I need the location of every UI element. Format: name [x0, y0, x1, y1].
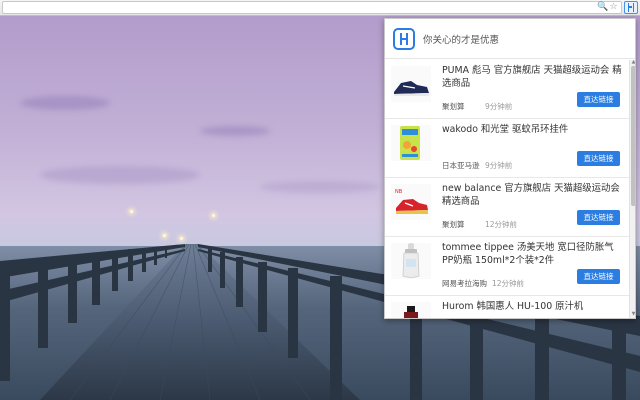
bookmark-star-icon[interactable]: ☆ [608, 2, 619, 13]
direct-link-button[interactable]: 直达链接 [577, 151, 620, 166]
popup-title: 你关心的才是优惠 [423, 35, 500, 46]
svg-text:NB: NB [395, 189, 403, 195]
deal-source: 聚划算 [442, 220, 465, 229]
deal-time: 12分钟前 [485, 220, 518, 229]
extension-popup: 你关心的才是优惠 PUMA 彪马 官方旗舰店 天猫超级运动会 精选商品 聚划算 … [384, 18, 636, 319]
direct-link-button[interactable]: 直达链接 [577, 92, 620, 107]
direct-link-button[interactable]: 直达链接 [577, 210, 620, 225]
deal-title[interactable]: wakodo 和光堂 驱蚊吊环挂件 [442, 123, 624, 136]
deal-item[interactable]: Hurom 韩国惠人 HU-100 原汁机 [385, 296, 629, 318]
deal-source: 日本亚马逊 [442, 161, 480, 170]
lamp-light [130, 210, 133, 213]
deal-item[interactable]: NB new balance 官方旗舰店 天猫超级运动会 精选商品 聚划算 12… [385, 178, 629, 237]
zoom-icon[interactable]: 🔍 [597, 2, 608, 13]
extension-logo-icon [628, 3, 634, 12]
sneaker-icon [391, 66, 431, 102]
lamp-light [163, 234, 166, 237]
scroll-down-icon[interactable]: ▼ [631, 312, 635, 317]
deal-title[interactable]: new balance 官方旗舰店 天猫超级运动会 精选商品 [442, 182, 624, 208]
popup-scrollbar[interactable]: ▲ ▼ [629, 60, 635, 318]
deal-item[interactable]: PUMA 彪马 官方旗舰店 天猫超级运动会 精选商品 聚划算 9分钟前 直达链接 [385, 60, 629, 119]
lamp-light [212, 214, 215, 217]
brand-logo-icon [393, 28, 415, 50]
popup-header: 你关心的才是优惠 [385, 19, 635, 59]
deal-item[interactable]: wakodo 和光堂 驱蚊吊环挂件 日本亚马逊 9分钟前 直达链接 [385, 119, 629, 178]
direct-link-button[interactable]: 直达链接 [577, 269, 620, 284]
scrollbar-thumb[interactable] [631, 66, 635, 206]
browser-toolbar: 🔍 ☆ [0, 0, 640, 16]
red-sneaker-icon: NB [391, 184, 431, 220]
lamp-light [180, 237, 183, 240]
deal-source: 网易考拉海购 [442, 279, 487, 288]
deal-time: 12分钟前 [492, 279, 525, 288]
deal-title[interactable]: Hurom 韩国惠人 HU-100 原汁机 [442, 300, 624, 313]
deal-list: PUMA 彪马 官方旗舰店 天猫超级运动会 精选商品 聚划算 9分钟前 直达链接… [385, 60, 629, 318]
address-bar[interactable] [2, 1, 622, 14]
deal-time: 9分钟前 [485, 161, 513, 170]
deal-time: 9分钟前 [485, 102, 513, 111]
deal-title[interactable]: PUMA 彪马 官方旗舰店 天猫超级运动会 精选商品 [442, 64, 624, 90]
scroll-up-icon[interactable]: ▲ [631, 60, 635, 65]
juicer-icon [391, 302, 431, 318]
baby-bottle-icon [391, 243, 431, 279]
deal-source: 聚划算 [442, 102, 465, 111]
deal-item[interactable]: tommee tippee 汤美天地 宽口径防胀气PP奶瓶 150ml*2个装*… [385, 237, 629, 296]
repellent-pack-icon [391, 125, 431, 161]
deal-title[interactable]: tommee tippee 汤美天地 宽口径防胀气PP奶瓶 150ml*2个装*… [442, 241, 624, 267]
extension-button[interactable] [624, 1, 638, 14]
